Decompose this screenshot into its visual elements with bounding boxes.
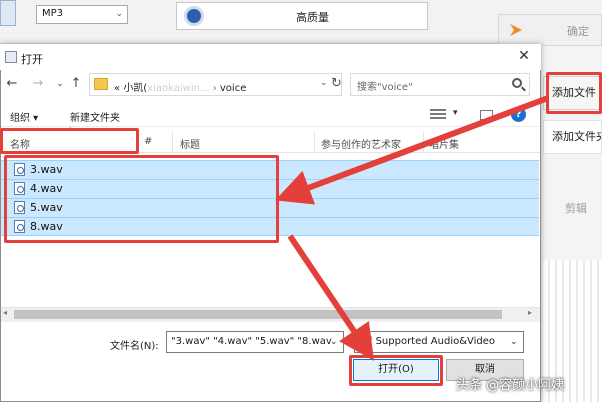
breadcrumb-user[interactable]: 小凯( [123, 83, 147, 94]
chevron-down-icon: ⌄ [115, 9, 123, 19]
confirm-button-label: 确定 [567, 25, 589, 38]
filename-input[interactable]: "3.wav" "4.wav" "5.wav" "8.wav [166, 331, 344, 353]
quality-label: 高质量 [296, 11, 329, 24]
organize-menu[interactable]: 组织 ▾ [10, 109, 38, 124]
breadcrumb-user-blurred: xiaokaiwin... [147, 83, 210, 94]
add-folder-label: 添加文件夹 [552, 130, 602, 143]
scroll-right-icon[interactable]: ▸ [528, 308, 532, 317]
files-selection-highlight [4, 155, 279, 243]
scroll-left-icon[interactable]: ◂ [3, 308, 7, 317]
add-file-highlight [546, 72, 602, 114]
format-select[interactable]: MP3 ⌄ [36, 5, 128, 24]
cut-button[interactable]: 剪辑 [565, 200, 587, 216]
filename-label: 文件名(N): [110, 341, 159, 352]
app-file-icon [0, 0, 16, 26]
refresh-icon[interactable]: ↻ [331, 76, 342, 91]
chevron-down-icon[interactable]: ⌄ [510, 337, 518, 347]
quality-gear-icon [184, 6, 204, 26]
scrollbar-thumb[interactable] [14, 310, 502, 319]
recent-locations-chevron-icon[interactable]: ⌄ [52, 79, 68, 97]
column-divider[interactable] [314, 131, 315, 153]
column-artist[interactable]: 参与创作的艺术家 [321, 136, 401, 151]
dialog-title: 打开 [21, 53, 43, 66]
view-chevron-icon[interactable]: ▾ [453, 108, 458, 118]
format-select-value: MP3 [42, 8, 64, 19]
screenshot-root: MP3 ⌄ 高质量 确定 添加文件 添加文件夹 剪辑 打开 ✕ ← → ⌄ ↑ … [0, 0, 602, 402]
column-number[interactable]: # [144, 136, 152, 147]
open-button-highlight [349, 355, 443, 386]
file-type-value: All Supported Audio&Video [360, 336, 496, 347]
view-options-icon[interactable] [430, 109, 446, 120]
confirm-arrow-icon [510, 24, 522, 36]
column-title[interactable]: 标题 [180, 136, 200, 151]
breadcrumb-voice[interactable]: voice [220, 83, 246, 94]
column-divider[interactable] [172, 131, 173, 153]
new-folder-button[interactable]: 新建文件夹 [70, 109, 120, 124]
add-folder-button[interactable]: 添加文件夹 [543, 120, 602, 154]
filename-value: "3.wav" "4.wav" "5.wav" "8.wav [171, 336, 332, 347]
filename-history-chevron-icon[interactable]: ⌄ [330, 337, 338, 347]
dialog-app-icon [5, 51, 17, 63]
breadcrumb-overflow[interactable]: « [114, 83, 120, 94]
breadcrumb: « 小凯(xiaokaiwin... › voice [114, 83, 247, 94]
search-icon [512, 78, 522, 88]
dialog-titlebar[interactable] [0, 44, 541, 70]
folder-icon [94, 78, 108, 90]
watermark: 头条 @容颜小阿姨 [456, 378, 565, 393]
search-placeholder: 搜索"voice" [357, 82, 413, 93]
file-type-select[interactable]: All Supported Audio&Video [354, 331, 524, 353]
name-column-highlight [0, 128, 139, 154]
column-album[interactable]: 唱片集 [429, 136, 459, 151]
back-arrow-icon[interactable]: ← [4, 76, 20, 94]
close-icon[interactable]: ✕ [514, 48, 534, 66]
help-icon[interactable]: ? [511, 107, 526, 122]
column-divider[interactable] [423, 131, 424, 153]
address-history-chevron-icon[interactable]: ⌄ [320, 78, 328, 88]
up-arrow-icon[interactable]: ↑ [68, 76, 84, 94]
preview-pane-icon[interactable] [480, 110, 493, 120]
search-input[interactable]: 搜索"voice" [350, 73, 530, 96]
forward-arrow-icon[interactable]: → [30, 76, 46, 94]
